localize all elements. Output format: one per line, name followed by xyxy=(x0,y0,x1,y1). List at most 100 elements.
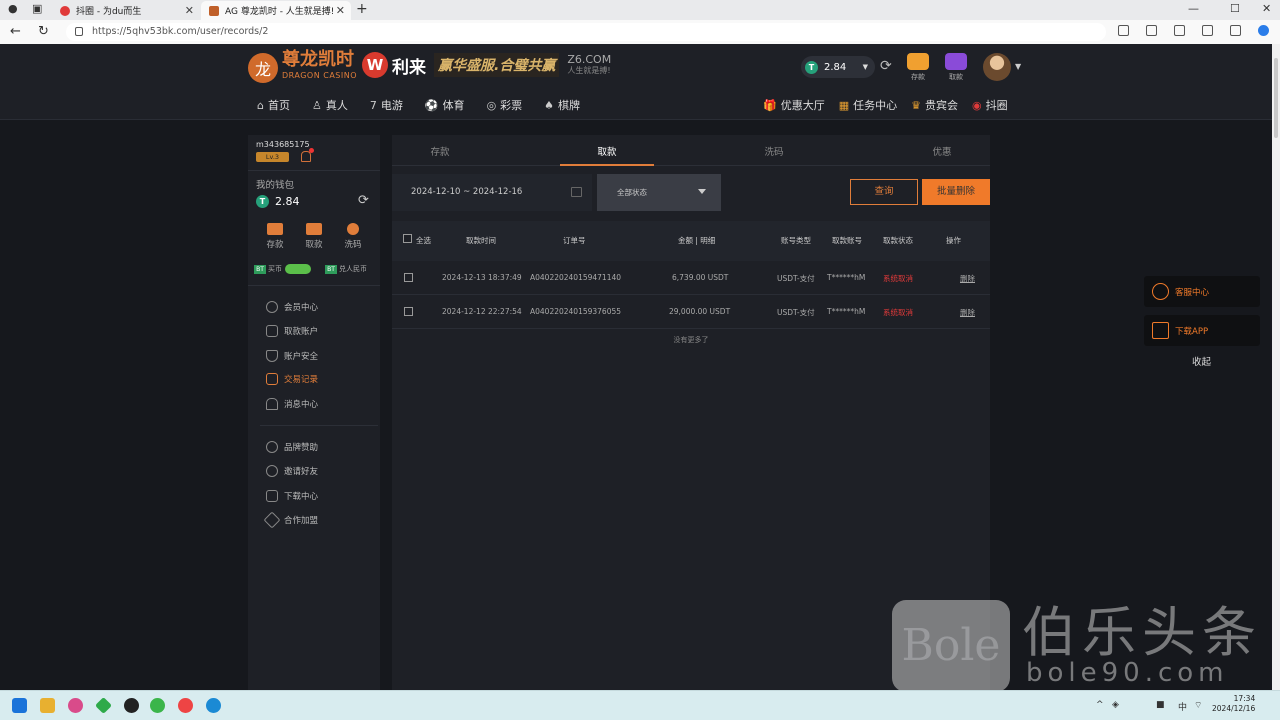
sidebar-item-label: 下载中心 xyxy=(284,492,319,502)
nav-slots[interactable]: 7 电游 xyxy=(370,97,403,113)
username: m343685175 xyxy=(256,140,310,149)
row-checkbox[interactable] xyxy=(404,273,413,282)
table-row: 2024-12-12 22:27:54 A040220240159376055 … xyxy=(392,295,990,329)
start-icon[interactable] xyxy=(12,698,27,713)
select-all-checkbox[interactable] xyxy=(403,234,412,243)
row-delete-link[interactable]: 删除 xyxy=(960,273,975,284)
row-checkbox[interactable] xyxy=(404,307,413,316)
extensions-icon[interactable] xyxy=(1202,25,1213,36)
balance-dropdown[interactable]: T 2.84 ▼ xyxy=(801,56,875,78)
window-close-button[interactable]: ✕ xyxy=(1262,2,1271,15)
buy-crypto-link[interactable]: BT 买币 xyxy=(254,264,311,274)
collections-icon[interactable] xyxy=(1174,25,1185,36)
language-indicator[interactable]: 中 xyxy=(1178,700,1187,713)
browser-tab-ag[interactable]: AG 尊龙凯时 - 人生就是搏! ✕ xyxy=(201,1,351,20)
download-app-button[interactable]: 下载APP xyxy=(1144,315,1260,346)
profile-icon[interactable]: ● xyxy=(8,2,18,15)
tab-withdraw[interactable]: 取款 xyxy=(559,144,655,158)
live-icon: ♙ xyxy=(311,98,322,112)
avatar[interactable] xyxy=(983,53,1011,81)
nav-task-center[interactable]: ▦ 任务中心 xyxy=(839,97,897,113)
header-withdraw-button[interactable]: 取款 xyxy=(943,53,969,82)
nav-promo-hall[interactable]: 🎁 优惠大厅 xyxy=(763,97,825,113)
action-label: 洗码 xyxy=(344,240,362,250)
sidebar-item-member-center[interactable]: 会员中心 xyxy=(266,301,318,313)
sidebar-item-withdraw-account[interactable]: 取款账户 xyxy=(266,325,318,337)
maximize-button[interactable]: ☐ xyxy=(1230,2,1240,15)
nav-sports[interactable]: ⚽ 体育 xyxy=(425,97,465,113)
sidebar-item-security[interactable]: 账户安全 xyxy=(266,350,318,362)
nav-label: 贵宾会 xyxy=(924,99,958,112)
edge-icon[interactable] xyxy=(206,698,221,713)
nav-cards[interactable]: ♠ 棋牌 xyxy=(544,97,580,113)
wechat-icon[interactable] xyxy=(150,698,165,713)
query-button[interactable]: 查询 xyxy=(850,179,918,205)
batch-delete-button[interactable]: 批量删除 xyxy=(922,179,990,205)
bell-icon[interactable] xyxy=(301,148,314,162)
tab-rebate[interactable]: 洗码 xyxy=(726,144,822,158)
refresh-wallet-icon[interactable]: ⟳ xyxy=(358,193,369,208)
sidebar-rebate-button[interactable]: 洗码 xyxy=(338,223,368,250)
tab-actions-icon[interactable]: ▣ xyxy=(32,2,42,15)
new-tab-button[interactable]: + xyxy=(356,1,368,17)
wifi-icon[interactable]: ⌔ xyxy=(1194,700,1202,711)
tray-up-icon[interactable]: ^ xyxy=(1096,700,1104,710)
collapse-button[interactable]: 收起 xyxy=(1192,354,1211,368)
crypto-to-rmb-link[interactable]: BT 兑人民币 xyxy=(325,264,367,274)
split-view-icon[interactable] xyxy=(1118,25,1129,36)
tab-deposit[interactable]: 存款 xyxy=(392,144,488,158)
sidebar-item-messages[interactable]: 消息中心 xyxy=(266,398,318,410)
header-deposit-button[interactable]: 存款 xyxy=(905,53,931,82)
nav-douquan[interactable]: ◉ 抖圈 xyxy=(972,97,1008,113)
minimize-button[interactable]: — xyxy=(1188,2,1199,15)
sidebar-item-label: 消息中心 xyxy=(284,400,319,410)
copilot-icon[interactable] xyxy=(1258,25,1269,36)
date-range-picker[interactable]: 2024-12-10 ~ 2024-12-16 xyxy=(392,174,592,211)
nav-vip[interactable]: ♛ 贵宾会 xyxy=(911,97,958,113)
file-explorer-icon[interactable] xyxy=(40,698,55,713)
status-select[interactable]: 全部状态 xyxy=(597,174,721,211)
tab-promo[interactable]: 优惠 xyxy=(894,144,990,158)
slots-icon: 7 xyxy=(369,98,377,112)
customer-service-button[interactable]: 客服中心 xyxy=(1144,276,1260,307)
page-scrollbar[interactable] xyxy=(1272,44,1280,690)
sidebar-item-download[interactable]: 下载中心 xyxy=(266,490,318,502)
app-tray-icon[interactable]: ■ xyxy=(1156,700,1165,710)
sidebar-item-partnership[interactable]: 合作加盟 xyxy=(263,511,318,529)
favorites-icon[interactable] xyxy=(1146,25,1157,36)
table-row: 2024-12-13 18:37:49 A040220240159471140 … xyxy=(392,261,990,295)
url-bar[interactable]: https://5qhv53bk.com/user/records/2 xyxy=(66,23,1106,41)
usdt-coin-icon: T xyxy=(256,195,269,208)
chevron-down-icon[interactable]: ▼ xyxy=(1015,62,1021,71)
app-icon[interactable] xyxy=(95,697,112,714)
more-menu-icon[interactable] xyxy=(1230,25,1241,36)
clock[interactable]: 17:34 2024/12/16 xyxy=(1212,694,1255,714)
nav-lottery[interactable]: ◎ 彩票 xyxy=(487,97,523,113)
refresh-balance-icon[interactable]: ⟳ xyxy=(880,58,892,74)
tab-close-icon[interactable]: ✕ xyxy=(185,4,194,17)
chrome-icon[interactable] xyxy=(178,698,193,713)
nav-live[interactable]: ♙ 真人 xyxy=(312,97,348,113)
bell-icon xyxy=(266,398,278,410)
sidebar-item-invite[interactable]: 邀请好友 xyxy=(266,465,318,477)
tab-close-icon[interactable]: ✕ xyxy=(336,4,345,17)
nav-label: 真人 xyxy=(325,99,348,112)
back-icon[interactable]: ← xyxy=(10,24,21,39)
sidebar-item-sponsorship[interactable]: 品牌赞助 xyxy=(266,441,318,453)
browser-tab-douquan[interactable]: 抖圈 - 为du而生 ✕ xyxy=(52,1,200,20)
card-icon xyxy=(266,325,278,337)
site-info-icon[interactable] xyxy=(75,27,83,36)
sidebar-withdraw-button[interactable]: 取款 xyxy=(299,223,329,250)
sidebar-item-transactions[interactable]: 交易记录 xyxy=(266,373,318,385)
shield-icon[interactable]: ◈ xyxy=(1112,700,1119,710)
level-badge: Lv.3 xyxy=(256,152,289,162)
payment-icons xyxy=(285,264,311,274)
nav-home[interactable]: ⌂ 首页 xyxy=(257,97,290,113)
sidebar-deposit-button[interactable]: 存款 xyxy=(260,223,290,250)
reload-icon[interactable]: ↻ xyxy=(38,24,49,39)
row-amount: 6,739.00 USDT xyxy=(672,273,729,282)
row-delete-link[interactable]: 删除 xyxy=(960,307,975,318)
site-logo[interactable]: 龙 尊龙凯时 DRAGON CASINO xyxy=(248,51,357,84)
app-icon[interactable] xyxy=(68,698,83,713)
qq-icon[interactable] xyxy=(124,698,139,713)
